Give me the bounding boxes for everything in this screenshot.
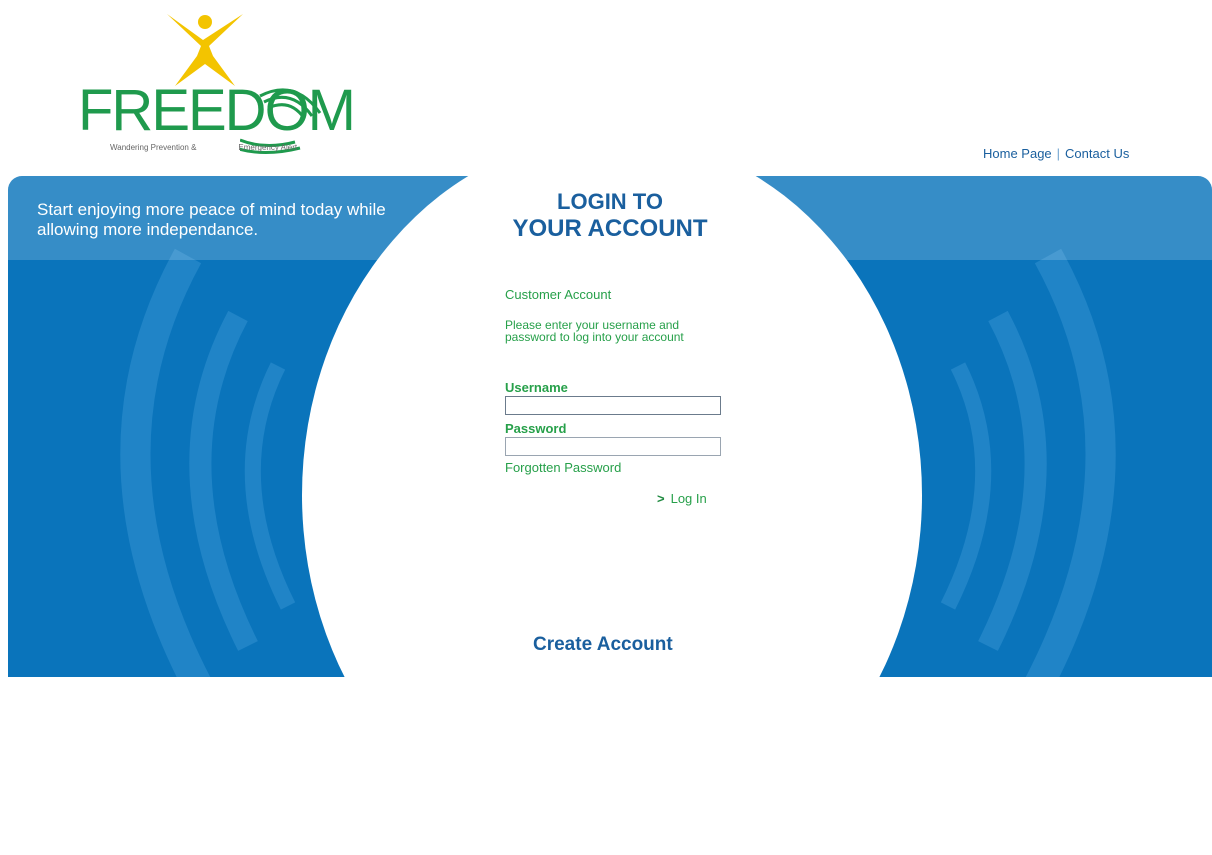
password-label: Password: [505, 421, 567, 436]
home-page-link[interactable]: Home Page: [983, 146, 1052, 161]
section-title: Customer Account: [505, 287, 612, 302]
password-input[interactable]: [505, 437, 721, 456]
login-button[interactable]: > Log In: [657, 491, 707, 506]
login-title-line1: LOGIN TO: [557, 189, 663, 214]
nav-separator: |: [1056, 146, 1061, 161]
login-oval: [302, 135, 922, 855]
username-input[interactable]: [505, 396, 721, 415]
password-field-wrap: [505, 437, 721, 456]
login-title: LOGIN TO YOUR ACCOUNT: [500, 188, 720, 242]
forgotten-password-link[interactable]: Forgotten Password: [505, 460, 621, 475]
logo-tagline: Wandering Prevention & Emergency Alert: [110, 143, 298, 152]
top-nav: Home Page | Contact Us: [983, 146, 1129, 161]
contact-us-link[interactable]: Contact Us: [1065, 146, 1129, 161]
hero-tagline: Start enjoying more peace of mind today …: [37, 200, 386, 239]
login-button-label: Log In: [670, 491, 707, 506]
chevron-right-icon: >: [657, 491, 665, 506]
username-field-wrap: [505, 396, 721, 415]
username-label: Username: [505, 380, 568, 395]
login-instructions: Please enter your username and password …: [505, 318, 684, 344]
create-account-link[interactable]: Create Account: [533, 634, 673, 656]
login-title-line2: YOUR ACCOUNT: [512, 215, 708, 242]
login-form: Customer Account Please enter your usern…: [505, 287, 725, 475]
brand-logo: FREEDOM Wandering Prevention & Emergency …: [70, 10, 356, 160]
